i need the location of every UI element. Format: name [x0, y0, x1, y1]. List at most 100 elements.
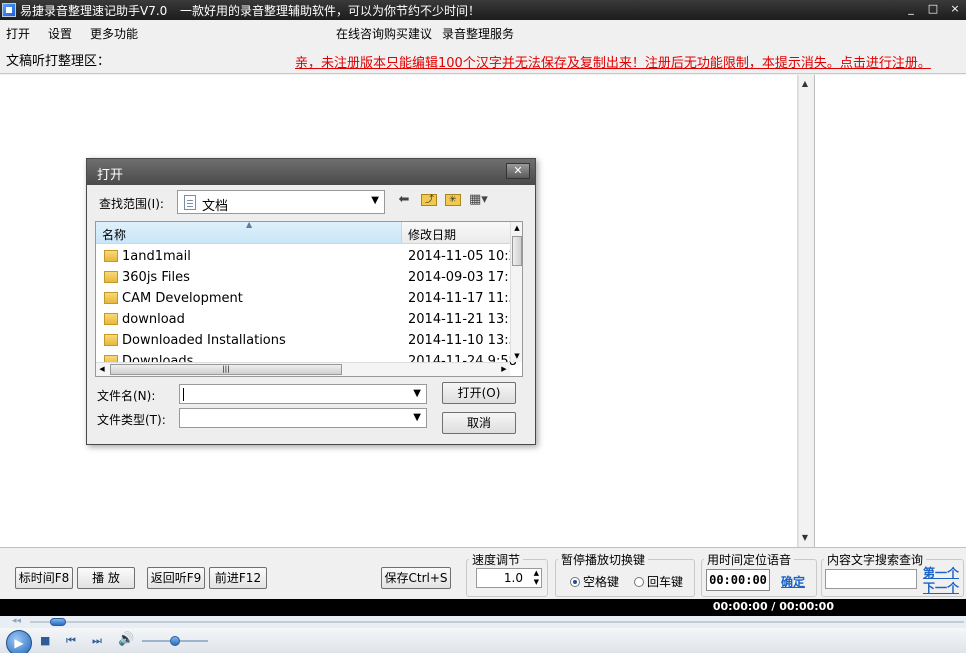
- chevron-down-icon: ▼: [371, 195, 379, 206]
- play-icon[interactable]: ▶: [6, 630, 32, 653]
- speed-title: 速度调节: [469, 551, 524, 568]
- list-item[interactable]: Downloaded Installations 2014-11-10 13:5…: [96, 330, 522, 351]
- seek-bar[interactable]: ◂◂: [0, 616, 966, 628]
- dialog-cancel-button[interactable]: 取消: [442, 412, 516, 434]
- play-button[interactable]: 播 放: [77, 567, 135, 589]
- dialog-open-button[interactable]: 打开(O): [442, 382, 516, 404]
- volume-slider[interactable]: [142, 636, 208, 646]
- side-panel: [814, 75, 966, 547]
- menu-settings[interactable]: 设置: [48, 25, 72, 42]
- scroll-right-icon[interactable]: ▶: [498, 363, 510, 375]
- search-next-link[interactable]: 下一个: [923, 579, 959, 596]
- file-list-header: 名称 ▲ 修改日期: [96, 222, 510, 244]
- menu-online-consult[interactable]: 在线咨询购买建议: [336, 25, 432, 42]
- dialog-toolbar: ⬅ ⤴ ✳ ▦▾: [395, 192, 488, 208]
- save-button[interactable]: 保存Ctrl+S: [381, 567, 451, 589]
- open-file-dialog: 打开 ✕ 查找范围(I): 文档 ▼ ⬅ ⤴ ✳ ▦▾ 名称 ▲ 修改日期 1a…: [86, 158, 536, 445]
- back-arrow-icon[interactable]: ⬅: [395, 192, 413, 208]
- previous-icon[interactable]: ⏮: [66, 634, 76, 648]
- search-input[interactable]: [825, 569, 917, 589]
- folder-icon: [104, 250, 118, 262]
- close-button[interactable]: ×: [948, 2, 962, 16]
- radio-selected-icon: [570, 577, 580, 587]
- next-icon[interactable]: ⏭: [92, 634, 102, 648]
- chevron-down-icon[interactable]: ▼: [413, 412, 421, 423]
- seek-knob[interactable]: [50, 618, 67, 626]
- scroll-down-icon[interactable]: ▼: [799, 531, 811, 545]
- up-folder-icon[interactable]: ⤴: [421, 194, 437, 206]
- column-name[interactable]: 名称 ▲: [96, 222, 402, 243]
- dialog-title: 打开: [97, 168, 124, 183]
- filename-label: 文件名(N):: [97, 389, 156, 403]
- scroll-up-icon[interactable]: ▲: [799, 77, 811, 91]
- minimize-button[interactable]: _: [904, 2, 918, 16]
- locate-time-input[interactable]: 00:00:00: [706, 569, 770, 591]
- locate-confirm-link[interactable]: 确定: [781, 573, 805, 590]
- folder-icon: [104, 313, 118, 325]
- rewind-button[interactable]: 返回听F9: [147, 567, 205, 589]
- mark-time-button[interactable]: 标时间F8: [15, 567, 73, 589]
- file-list-hscroll[interactable]: ◀ ||| ▶: [96, 362, 510, 376]
- section-header: 文稿听打整理区： 亲，未注册版本只能编辑100个汉字并无法保存及复制出来！注册后…: [0, 44, 966, 74]
- menu-bar: 打开 设置 更多功能 在线咨询购买建议 录音整理服务: [0, 20, 966, 44]
- folder-icon: [104, 334, 118, 346]
- player-controls: ▶ ■ ⏮ ⏭ 🔊: [0, 628, 966, 653]
- volume-icon[interactable]: 🔊: [118, 632, 134, 647]
- editor-scrollbar[interactable]: ▲ ▼: [798, 75, 811, 547]
- file-rows: 1and1mail 2014-11-05 10:26 360js Files 2…: [96, 246, 522, 372]
- radio-unselected-icon: [634, 577, 644, 587]
- register-notice-link[interactable]: 亲，未注册版本只能编辑100个汉字并无法保存及复制出来！注册后无功能限制，本提示…: [295, 52, 931, 71]
- player-time: 00:00:00 / 00:00:00: [712, 600, 834, 613]
- forward-button[interactable]: 前进F12: [209, 567, 267, 589]
- filetype-select[interactable]: ▼: [179, 408, 427, 428]
- stop-icon[interactable]: ■: [40, 634, 50, 647]
- documents-icon: [184, 195, 196, 210]
- seek-track[interactable]: [30, 621, 964, 623]
- scroll-up-icon[interactable]: ▲: [511, 222, 522, 234]
- scroll-down-icon[interactable]: ▼: [511, 350, 522, 362]
- folder-icon: [104, 271, 118, 283]
- search-title: 内容文字搜索查询: [824, 551, 927, 568]
- scroll-thumb[interactable]: [512, 236, 522, 266]
- column-name-label: 名称: [102, 228, 127, 242]
- volume-knob[interactable]: [170, 636, 180, 646]
- toggle-key-title: 暂停播放切换键: [558, 551, 649, 568]
- player-time-bar: 00:00:00 / 00:00:00: [0, 599, 966, 616]
- title-bar: 易捷录音整理速记助手V7.0 一款好用的录音整理辅助软件，可以为你节约不少时间！…: [0, 0, 966, 20]
- text-caret: [183, 388, 184, 401]
- maximize-button[interactable]: □: [926, 2, 940, 16]
- list-item[interactable]: 360js Files 2014-09-03 17:11: [96, 267, 522, 288]
- dialog-close-button[interactable]: ✕: [506, 163, 530, 179]
- list-item[interactable]: download 2014-11-21 13:16: [96, 309, 522, 330]
- section-label: 文稿听打整理区：: [6, 54, 111, 69]
- rewind-small-icon: ◂◂: [12, 616, 22, 626]
- view-menu-icon[interactable]: ▦▾: [469, 192, 488, 208]
- chevron-down-icon[interactable]: ▼: [413, 388, 421, 399]
- menu-open[interactable]: 打开: [6, 25, 30, 42]
- new-folder-icon[interactable]: ✳: [445, 194, 461, 206]
- scroll-thumb[interactable]: |||: [110, 364, 342, 375]
- file-list-vscroll[interactable]: ▲ ▼: [510, 222, 522, 362]
- stepper-arrows-icon[interactable]: ▲ ▼: [534, 569, 539, 587]
- radio-space-key[interactable]: 空格键: [570, 573, 619, 590]
- list-item[interactable]: CAM Development 2014-11-17 11:59: [96, 288, 522, 309]
- sort-up-icon: ▲: [246, 221, 253, 229]
- speed-stepper[interactable]: 1.0 ▲ ▼: [476, 568, 542, 588]
- radio-enter-key[interactable]: 回车键: [634, 573, 683, 590]
- look-in-label: 查找范围(I):: [99, 197, 164, 211]
- window-title: 易捷录音整理速记助手V7.0: [20, 4, 168, 18]
- menu-more-features[interactable]: 更多功能: [90, 25, 138, 42]
- window-slogan: 一款好用的录音整理辅助软件，可以为你节约不少时间！: [180, 4, 481, 18]
- filetype-label: 文件类型(T):: [97, 413, 166, 427]
- filename-input[interactable]: ▼: [179, 384, 427, 404]
- dialog-title-bar: 打开 ✕: [87, 159, 535, 185]
- control-panel: 标时间F8 播 放 返回听F9 前进F12 保存Ctrl+S 速度调节 1.0 …: [0, 547, 966, 599]
- folder-icon: [104, 292, 118, 304]
- list-item[interactable]: 1and1mail 2014-11-05 10:26: [96, 246, 522, 267]
- menu-recording-service[interactable]: 录音整理服务: [442, 25, 514, 42]
- look-in-select[interactable]: 文档 ▼: [177, 190, 385, 214]
- column-date-label: 修改日期: [408, 228, 457, 242]
- scroll-left-icon[interactable]: ◀: [96, 363, 108, 375]
- window-controls: _ □ ×: [904, 2, 962, 16]
- file-list: 名称 ▲ 修改日期 1and1mail 2014-11-05 10:26 360…: [95, 221, 523, 377]
